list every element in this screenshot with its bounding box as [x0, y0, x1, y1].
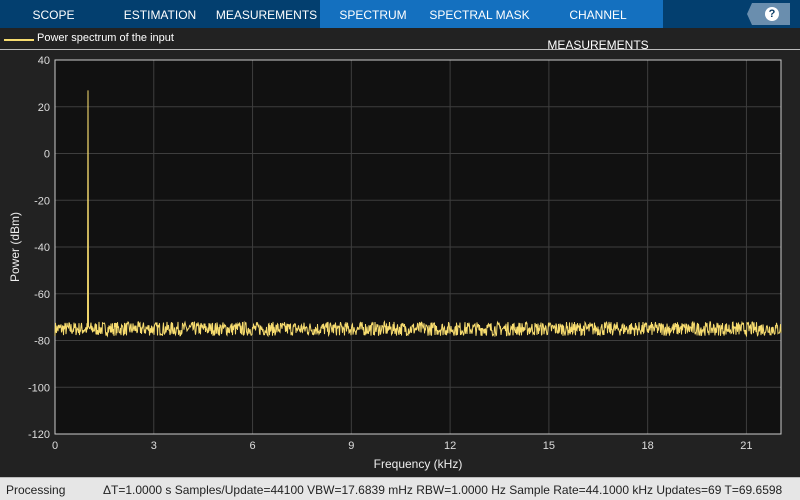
status-bar: Processing ΔT=1.0000 s Samples/Update=44…	[0, 477, 800, 500]
y-tick-label: 0	[44, 149, 50, 161]
tab-spectrum[interactable]: SPECTRUM	[320, 0, 426, 28]
x-axis-label: Frequency (kHz)	[374, 457, 463, 471]
x-tick-label: 15	[543, 440, 555, 452]
tab-scope[interactable]: SCOPE	[0, 0, 107, 28]
tab-estimation[interactable]: ESTIMATION	[107, 0, 213, 28]
help-button[interactable]: ?	[747, 3, 790, 25]
y-axis-label: Power (dBm)	[8, 212, 22, 282]
x-tick-label: 21	[740, 440, 752, 452]
y-tick-label: -120	[28, 429, 50, 441]
y-tick-label: -80	[34, 336, 50, 348]
y-tick-label: -40	[34, 242, 50, 254]
x-tick-label: 18	[642, 440, 654, 452]
tab-spectral-mask[interactable]: SPECTRAL MASK	[426, 0, 533, 28]
y-tick-label: 40	[38, 55, 50, 67]
toolstrip-tabs: SCOPE ESTIMATION MEASUREMENTS SPECTRUM SPECT…	[0, 0, 800, 52]
y-tick-label: -60	[34, 289, 50, 301]
x-tick-label: 9	[348, 440, 354, 452]
x-tick-label: 0	[52, 440, 58, 452]
x-tick-label: 6	[249, 440, 255, 452]
y-tick-label: -20	[34, 195, 50, 207]
status-state: Processing	[6, 483, 66, 497]
x-tick-label: 12	[444, 440, 456, 452]
legend[interactable]: Power spectrum of the input	[0, 28, 800, 50]
help-icon: ?	[765, 7, 779, 21]
legend-entry: Power spectrum of the input	[37, 32, 174, 44]
legend-line-swatch	[4, 39, 34, 41]
tab-channel-measurements[interactable]: CHANNEL MEASUREMENTS	[533, 0, 663, 52]
status-info: ΔT=1.0000 s Samples/Update=44100 VBW=17.…	[103, 483, 783, 497]
x-tick-label: 3	[151, 440, 157, 452]
y-tick-label: -100	[28, 382, 50, 394]
y-tick-label: 20	[38, 102, 50, 114]
tab-measurements[interactable]: MEASUREMENTS	[213, 0, 320, 28]
spectrum-plot[interactable]: 0 3 6 9 12 15 18 21 40 20 0 -20 -40 -60 -80 -100 -120 Fre…	[0, 50, 800, 477]
